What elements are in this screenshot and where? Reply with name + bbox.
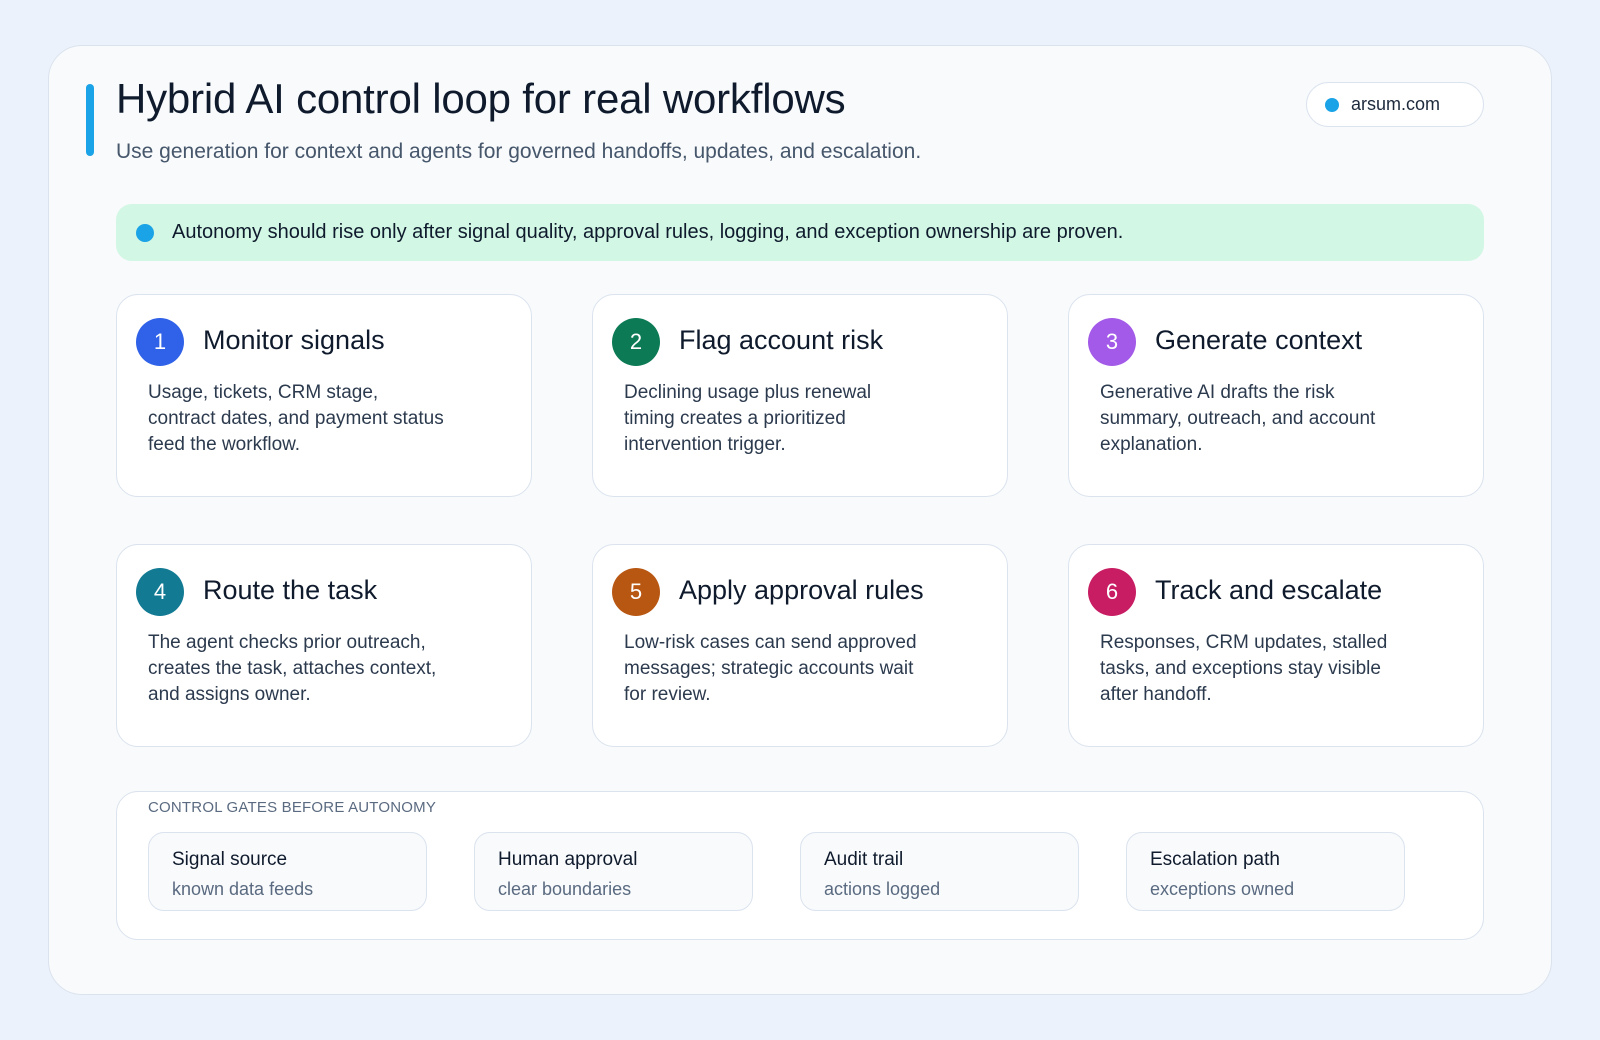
domain-badge[interactable]: arsum.com xyxy=(1306,82,1484,127)
step-description: Low-risk cases can send approved message… xyxy=(624,632,917,705)
gate-escalation-path: Escalation path exceptions owned xyxy=(1126,832,1405,911)
step-number-badge: 2 xyxy=(612,318,660,366)
step-description: Declining usage plus renewal timing crea… xyxy=(624,382,872,455)
step-number-badge: 1 xyxy=(136,318,184,366)
step-title: Track and escalate xyxy=(1155,575,1383,605)
gate-subtitle: exceptions owned xyxy=(1150,879,1295,899)
step-title: Route the task xyxy=(203,575,378,605)
gate-title: Signal source xyxy=(172,849,288,870)
page-title: Hybrid AI control loop for real workflow… xyxy=(116,75,846,122)
domain-label: arsum.com xyxy=(1351,94,1441,114)
step-card-route-task: 4 Route the task The agent checks prior … xyxy=(116,544,532,747)
gate-subtitle: actions logged xyxy=(824,879,941,899)
step-number-badge: 3 xyxy=(1088,318,1136,366)
step-description: The agent checks prior outreach, creates… xyxy=(148,632,437,705)
title-accent-bar xyxy=(86,84,94,156)
domain-dot-icon xyxy=(1325,97,1339,112)
step-number-badge: 4 xyxy=(136,568,184,616)
step-title: Generate context xyxy=(1155,325,1363,355)
gate-title: Audit trail xyxy=(824,849,904,870)
gate-subtitle: known data feeds xyxy=(172,879,314,899)
gate-human-approval: Human approval clear boundaries xyxy=(474,832,753,911)
step-number-badge: 5 xyxy=(612,568,660,616)
step-card-apply-approval-rules: 5 Apply approval rules Low-risk cases ca… xyxy=(592,544,1008,747)
gate-audit-trail: Audit trail actions logged xyxy=(800,832,1079,911)
page-subtitle: Use generation for context and agents fo… xyxy=(116,140,922,163)
gate-subtitle: clear boundaries xyxy=(498,879,632,899)
step-card-flag-account-risk: 2 Flag account risk Declining usage plus… xyxy=(592,294,1008,497)
step-card-monitor-signals: 1 Monitor signals Usage, tickets, CRM st… xyxy=(116,294,532,497)
step-card-generate-context: 3 Generate context Generative AI drafts … xyxy=(1068,294,1484,497)
control-gates-heading: CONTROL GATES BEFORE AUTONOMY xyxy=(148,799,437,816)
gate-title: Human approval xyxy=(498,849,638,870)
control-gates-section: CONTROL GATES BEFORE AUTONOMY Signal sou… xyxy=(116,791,1484,940)
gate-signal-source: Signal source known data feeds xyxy=(148,832,427,911)
step-description: Usage, tickets, CRM stage, contract date… xyxy=(148,382,444,455)
notice-dot-icon xyxy=(136,223,154,242)
step-description: Generative AI drafts the risk summary, o… xyxy=(1100,382,1376,455)
step-description: Responses, CRM updates, stalled tasks, a… xyxy=(1100,632,1388,705)
step-title: Flag account risk xyxy=(679,325,884,355)
step-title: Monitor signals xyxy=(203,325,385,355)
gate-title: Escalation path xyxy=(1150,849,1280,870)
notice-text: Autonomy should rise only after signal q… xyxy=(172,221,1124,243)
step-card-track-escalate: 6 Track and escalate Responses, CRM upda… xyxy=(1068,544,1484,747)
step-number-badge: 6 xyxy=(1088,568,1136,616)
autonomy-notice-banner: Autonomy should rise only after signal q… xyxy=(116,204,1484,261)
step-title: Apply approval rules xyxy=(679,575,924,605)
